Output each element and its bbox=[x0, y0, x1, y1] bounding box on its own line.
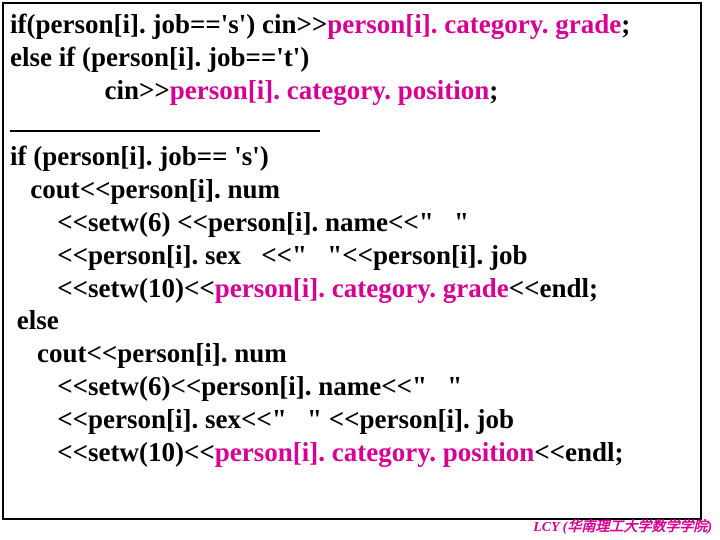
slide: if(person[i]. job=='s') cin>>person[i]. … bbox=[0, 0, 720, 540]
code-line-7: <<setw(6) <<person[i]. name<<" " bbox=[10, 207, 469, 237]
footer-text: LCY (华南理工大学数学学院) bbox=[533, 516, 712, 536]
code-line-14b: person[i]. category. position bbox=[215, 437, 534, 467]
code-line-2: else if (person[i]. job=='t') bbox=[10, 42, 309, 72]
code-line-3b: person[i]. category. position bbox=[170, 75, 489, 105]
code-line-11: cout<<person[i]. num bbox=[10, 338, 287, 368]
code-line-14c: <<endl; bbox=[534, 437, 623, 467]
code-line-9a: <<setw(10)<< bbox=[10, 273, 215, 303]
code-line-14a: <<setw(10)<< bbox=[10, 437, 215, 467]
code-line-12: <<setw(6)<<person[i]. name<<" " bbox=[10, 371, 462, 401]
code-line-9b: person[i]. category. grade bbox=[215, 273, 509, 303]
code-block: if(person[i]. job=='s') cin>>person[i]. … bbox=[2, 2, 702, 520]
code-line-13: <<person[i]. sex<<" " <<person[i]. job bbox=[10, 404, 514, 434]
code-line-3a: cin>> bbox=[10, 75, 170, 105]
code-line-1a: if(person[i]. job=='s') cin>> bbox=[10, 9, 327, 39]
code-line-9c: <<endl; bbox=[509, 273, 598, 303]
code-line-10: else bbox=[10, 305, 59, 335]
code-line-8: <<person[i]. sex <<" "<<person[i]. job bbox=[10, 240, 528, 270]
divider-line bbox=[10, 130, 320, 132]
code-line-3c: ; bbox=[489, 75, 498, 105]
code-line-1c: ; bbox=[621, 9, 630, 39]
code-line-1b: person[i]. category. grade bbox=[327, 9, 621, 39]
code-line-6: cout<<person[i]. num bbox=[10, 174, 280, 204]
code-line-5: if (person[i]. job== 's') bbox=[10, 141, 269, 171]
